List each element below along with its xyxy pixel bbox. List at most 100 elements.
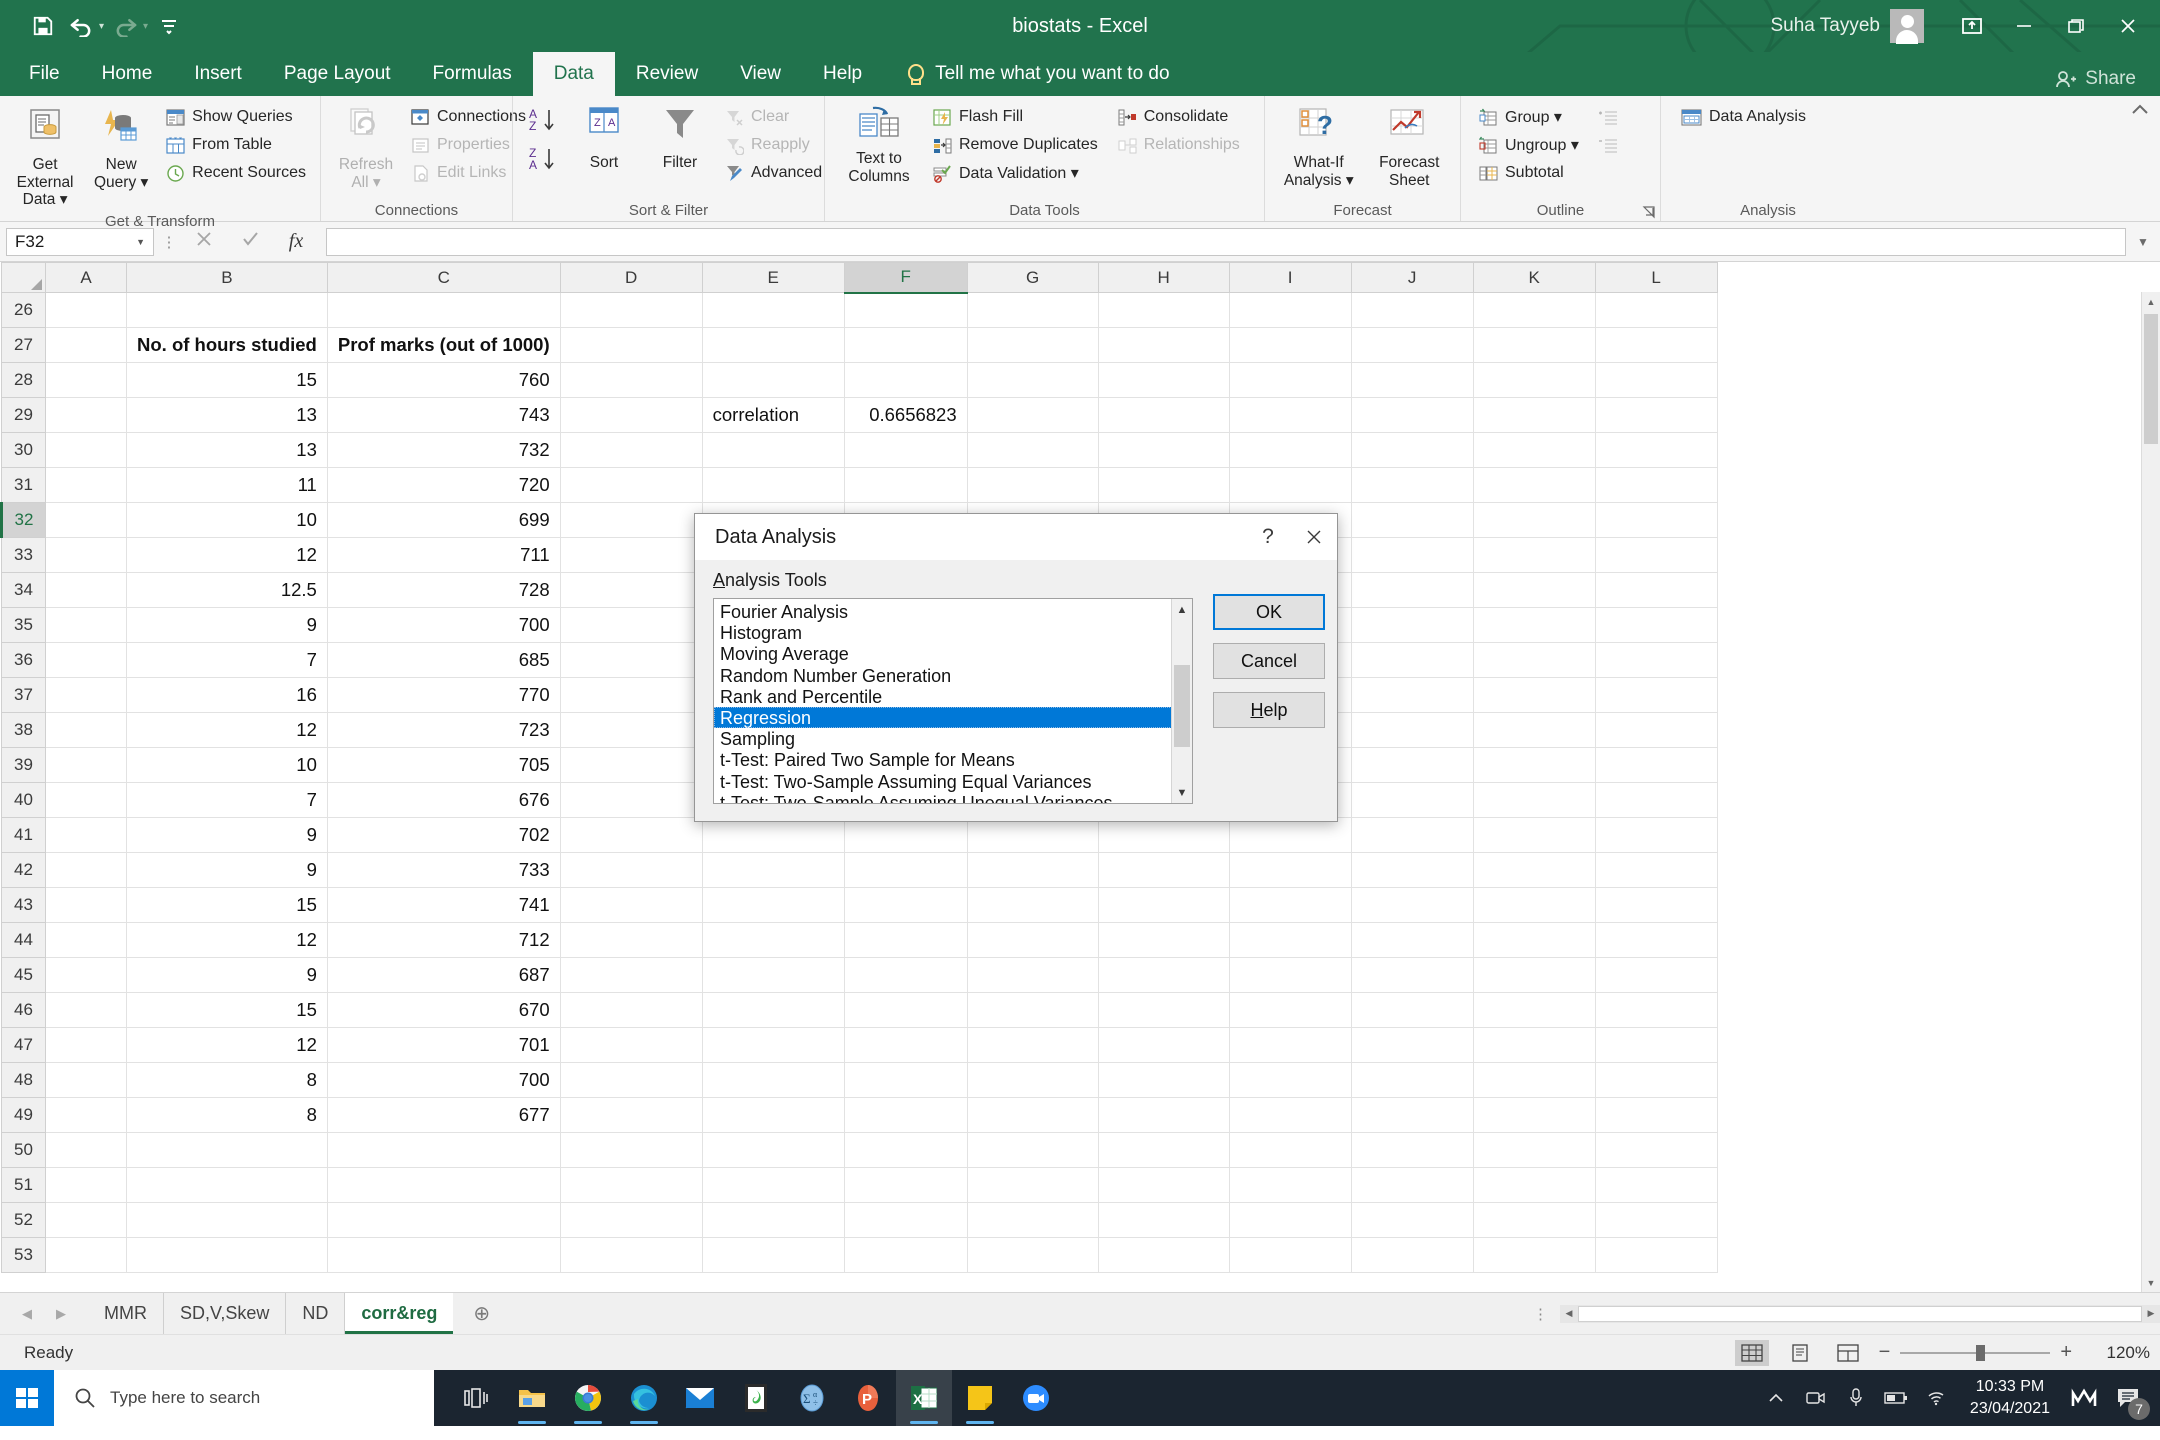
cell-G29[interactable] <box>966 397 1099 433</box>
cell-J26[interactable] <box>1350 292 1474 328</box>
cell-E27[interactable] <box>701 327 845 363</box>
analysis-tool-item[interactable]: Sampling <box>714 728 1192 749</box>
cell-C46[interactable]: 670 <box>326 992 561 1028</box>
cell-L41[interactable] <box>1594 817 1718 853</box>
cell-B38[interactable]: 12 <box>126 712 328 748</box>
cell-H44[interactable] <box>1097 922 1230 958</box>
row-header-28[interactable]: 28 <box>1 362 46 398</box>
cell-L36[interactable] <box>1594 642 1718 678</box>
column-header-C[interactable]: C <box>326 262 561 293</box>
cell-F45[interactable] <box>843 957 968 993</box>
cell-L47[interactable] <box>1594 1027 1718 1063</box>
powerpoint-icon[interactable]: P <box>840 1370 896 1426</box>
cell-H41[interactable] <box>1097 817 1230 853</box>
cell-D39[interactable] <box>559 747 703 783</box>
cell-C29[interactable]: 743 <box>326 397 561 433</box>
cell-G31[interactable] <box>966 467 1099 503</box>
cell-F46[interactable] <box>843 992 968 1028</box>
row-header-35[interactable]: 35 <box>1 607 46 643</box>
cell-L51[interactable] <box>1594 1167 1718 1203</box>
cell-J35[interactable] <box>1350 607 1474 643</box>
cell-B29[interactable]: 13 <box>126 397 328 433</box>
tab-view[interactable]: View <box>719 52 802 96</box>
cell-I53[interactable] <box>1228 1237 1352 1273</box>
column-header-L[interactable]: L <box>1594 262 1718 293</box>
cell-J48[interactable] <box>1350 1062 1474 1098</box>
cell-G27[interactable] <box>966 327 1099 363</box>
row-header-39[interactable]: 39 <box>1 747 46 783</box>
cell-E49[interactable] <box>701 1097 845 1133</box>
cell-I31[interactable] <box>1228 467 1352 503</box>
cell-G50[interactable] <box>966 1132 1099 1168</box>
add-sheet-button[interactable]: ⊕ <box>453 1293 510 1334</box>
row-header-40[interactable]: 40 <box>1 782 46 818</box>
camera-icon[interactable] <box>1796 1370 1836 1426</box>
cell-F27[interactable] <box>843 327 968 363</box>
cell-I45[interactable] <box>1228 957 1352 993</box>
forecast-sheet-button[interactable]: Forecast Sheet <box>1366 102 1452 193</box>
cell-D35[interactable] <box>559 607 703 643</box>
row-header-32[interactable]: 32 <box>0 502 46 538</box>
cell-A36[interactable] <box>45 642 127 678</box>
cell-K36[interactable] <box>1472 642 1596 678</box>
cell-K44[interactable] <box>1472 922 1596 958</box>
tab-data[interactable]: Data <box>532 52 615 96</box>
cell-B52[interactable] <box>126 1202 328 1238</box>
column-header-D[interactable]: D <box>559 262 703 293</box>
sheet-tab-nd[interactable]: ND <box>286 1293 346 1334</box>
row-header-45[interactable]: 45 <box>1 957 46 993</box>
tab-insert[interactable]: Insert <box>173 52 263 96</box>
row-header-48[interactable]: 48 <box>1 1062 46 1098</box>
edge-icon[interactable] <box>616 1370 672 1426</box>
consolidate-button[interactable]: Consolidate <box>1112 104 1246 130</box>
cell-F42[interactable] <box>843 852 968 888</box>
cell-F43[interactable] <box>843 887 968 923</box>
avatar[interactable] <box>1890 9 1924 44</box>
file-explorer-icon[interactable] <box>504 1370 560 1426</box>
cell-D32[interactable] <box>559 502 703 538</box>
cell-D34[interactable] <box>559 572 703 608</box>
help-button[interactable]: Help <box>1213 692 1325 728</box>
cell-L49[interactable] <box>1594 1097 1718 1133</box>
cell-J37[interactable] <box>1350 677 1474 713</box>
cell-C32[interactable]: 699 <box>326 502 561 538</box>
cell-H31[interactable] <box>1097 467 1230 503</box>
sheet-tab-corr-reg[interactable]: corr&reg <box>345 1293 454 1334</box>
cell-I28[interactable] <box>1228 362 1352 398</box>
column-header-K[interactable]: K <box>1472 262 1596 293</box>
row-header-50[interactable]: 50 <box>1 1132 46 1168</box>
cell-E52[interactable] <box>701 1202 845 1238</box>
tab-page-layout[interactable]: Page Layout <box>263 52 412 96</box>
zoom-in-button[interactable]: + <box>2060 1341 2072 1364</box>
cell-E53[interactable] <box>701 1237 845 1273</box>
cell-H43[interactable] <box>1097 887 1230 923</box>
hscroll-right-icon[interactable]: ▶ <box>2142 1308 2160 1319</box>
cell-J41[interactable] <box>1350 817 1474 853</box>
vertical-scrollbar[interactable]: ▲ ▼ <box>2141 292 2160 1292</box>
cell-F49[interactable] <box>843 1097 968 1133</box>
cell-K35[interactable] <box>1472 607 1596 643</box>
cell-A32[interactable] <box>45 502 127 538</box>
analysis-tool-item[interactable]: t-Test: Two-Sample Assuming Equal Varian… <box>714 771 1192 792</box>
flash-fill-button[interactable]: Flash Fill <box>927 104 1104 130</box>
cell-D30[interactable] <box>559 432 703 468</box>
cell-E48[interactable] <box>701 1062 845 1098</box>
cell-D42[interactable] <box>559 852 703 888</box>
cell-I52[interactable] <box>1228 1202 1352 1238</box>
cell-J36[interactable] <box>1350 642 1474 678</box>
cell-J50[interactable] <box>1350 1132 1474 1168</box>
microphone-icon[interactable] <box>1836 1370 1876 1426</box>
cell-K34[interactable] <box>1472 572 1596 608</box>
cell-D36[interactable] <box>559 642 703 678</box>
column-header-A[interactable]: A <box>45 262 127 293</box>
cell-C28[interactable]: 760 <box>326 362 561 398</box>
tab-formulas[interactable]: Formulas <box>412 52 533 96</box>
cell-A39[interactable] <box>45 747 127 783</box>
cell-B35[interactable]: 9 <box>126 607 328 643</box>
cell-L50[interactable] <box>1594 1132 1718 1168</box>
ungroup-button[interactable]: Ungroup ▾ <box>1473 132 1585 158</box>
cell-H46[interactable] <box>1097 992 1230 1028</box>
notifications-icon[interactable]: 7 <box>2104 1370 2152 1426</box>
cell-K47[interactable] <box>1472 1027 1596 1063</box>
cell-D43[interactable] <box>559 887 703 923</box>
